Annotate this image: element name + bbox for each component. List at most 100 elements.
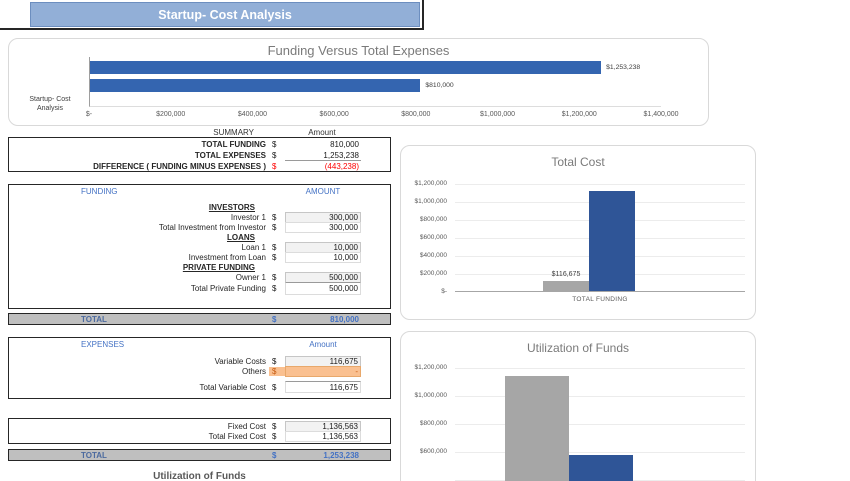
row-label: Others bbox=[241, 367, 266, 376]
row-label: Fixed Cost bbox=[227, 422, 266, 431]
y-tick: $1,200,000 bbox=[414, 364, 447, 371]
currency-symbol: $ bbox=[272, 273, 277, 282]
expenses-table: EXPENSES Amount Variable Costs $ 116,675… bbox=[8, 337, 391, 462]
chart-title: Utilization of Funds bbox=[526, 341, 630, 355]
section-title-row: PRIVATE FUNDING bbox=[9, 262, 390, 272]
row-value-negative: (443,238) bbox=[285, 160, 361, 171]
currency-symbol: $ bbox=[272, 314, 277, 324]
funding-header: FUNDING bbox=[81, 186, 118, 196]
row-label: Total Variable Cost bbox=[199, 382, 266, 392]
category-label: TOTAL FUNDING bbox=[572, 296, 628, 303]
funding-vs-expenses-chart: Funding Versus Total Expenses Startup- C… bbox=[8, 38, 709, 126]
amount-header: Amount bbox=[308, 127, 336, 137]
y-tick: $200,000 bbox=[419, 270, 447, 277]
table-row: TOTAL EXPENSES $ 1,253,238 bbox=[9, 150, 390, 160]
table-row: Total Private Funding $ 500,000 bbox=[9, 282, 390, 295]
spreadsheet-canvas: Startup- Cost Analysis Funding Versus To… bbox=[0, 0, 850, 481]
x-tick: $200,000 bbox=[156, 111, 186, 118]
y-tick: $1,000,000 bbox=[414, 198, 447, 205]
currency-symbol: $ bbox=[272, 223, 277, 232]
y-tick: $600,000 bbox=[419, 448, 447, 455]
summary-header: SUMMARY bbox=[213, 127, 254, 137]
plot-area: $116,675 bbox=[455, 184, 745, 292]
x-tick: $1,200,000 bbox=[561, 111, 597, 118]
table-row: Owner 1 $ 500,000 bbox=[9, 272, 390, 283]
section-title-row: INVESTORS bbox=[9, 202, 390, 212]
table-row: Loan 1 $ 10,000 bbox=[9, 242, 390, 253]
total-cost-chart: Total Cost $1,200,000 $1,000,000 $800,00… bbox=[400, 145, 756, 320]
bar-data-label: $1,253,238 bbox=[606, 63, 641, 71]
currency-symbol: $ bbox=[272, 161, 277, 171]
total-cell: 116,675 bbox=[285, 381, 361, 393]
funding-box: FUNDING AMOUNT INVESTORS Investor 1 $ 30… bbox=[8, 184, 391, 309]
title-cell-border: Startup- Cost Analysis bbox=[0, 0, 424, 30]
bar-total-expenses bbox=[90, 60, 602, 74]
amount-header: Amount bbox=[309, 339, 337, 349]
chart-title: Total Cost bbox=[551, 155, 605, 169]
bar-fixed-cost bbox=[589, 190, 635, 291]
table-row: Others $ - bbox=[9, 366, 390, 377]
plot-area bbox=[455, 368, 745, 481]
page-title-banner: Startup- Cost Analysis bbox=[30, 2, 420, 27]
y-tick: $1,200,000 bbox=[414, 180, 447, 187]
funding-total-row: TOTAL $ 810,000 bbox=[8, 313, 391, 325]
utilization-of-funds-chart: Utilization of Funds $1,200,000 $1,000,0… bbox=[400, 331, 756, 481]
bar-group: $116,675 bbox=[543, 185, 635, 291]
section-title: INVESTORS bbox=[208, 202, 255, 212]
summary-box: TOTAL FUNDING $ 810,000 TOTAL EXPENSES $… bbox=[8, 137, 391, 172]
currency-symbol: $ bbox=[272, 213, 277, 222]
x-tick: $1,000,000 bbox=[480, 111, 516, 118]
currency-symbol: $ bbox=[272, 432, 277, 441]
input-cell-others[interactable]: - bbox=[285, 366, 361, 377]
table-row: Total Variable Cost $ 116,675 bbox=[9, 381, 390, 393]
difference-row: DIFFERENCE ( FUNDING MINUS EXPENSES ) $ … bbox=[9, 160, 390, 171]
bar-data-label: $810,000 bbox=[425, 81, 454, 89]
funding-table: FUNDING AMOUNT INVESTORS Investor 1 $ 30… bbox=[8, 184, 391, 326]
row-label: Owner 1 bbox=[235, 273, 266, 282]
x-tick: $- bbox=[85, 111, 93, 118]
bar-row-total-expenses: $1,253,238 bbox=[90, 60, 661, 74]
row-label: Total Investment from Investor bbox=[158, 223, 266, 232]
total-value: 1,253,238 bbox=[323, 450, 359, 460]
table-row: Variable Costs $ 116,675 bbox=[9, 356, 390, 367]
row-value: 810,000 bbox=[330, 139, 359, 149]
row-label: Loan 1 bbox=[241, 243, 266, 252]
total-label: TOTAL bbox=[81, 314, 107, 324]
bar-variable-cost: $116,675 bbox=[543, 271, 589, 291]
currency-symbol: $ bbox=[272, 139, 277, 149]
row-value: 1,253,238 bbox=[323, 150, 359, 160]
currency-symbol: $ bbox=[272, 450, 277, 460]
table-row: Investment from Loan $ 10,000 bbox=[9, 252, 390, 263]
currency-symbol: $ bbox=[272, 243, 277, 252]
y-tick: $600,000 bbox=[419, 234, 447, 241]
funding-header-row: FUNDING AMOUNT bbox=[9, 185, 390, 197]
row-label: DIFFERENCE ( FUNDING MINUS EXPENSES ) bbox=[93, 161, 266, 171]
y-tick: $1,000,000 bbox=[414, 392, 447, 399]
chart-title: Funding Versus Total Expenses bbox=[267, 43, 450, 58]
section-title: LOANS bbox=[227, 232, 255, 242]
total-cell: 500,000 bbox=[285, 282, 361, 295]
variable-expenses-box: EXPENSES Amount Variable Costs $ 116,675… bbox=[8, 337, 391, 399]
expenses-header: EXPENSES bbox=[81, 339, 125, 349]
table-row: Investor 1 $ 300,000 bbox=[9, 212, 390, 223]
table-row: Total Investment from Investor $ 300,000 bbox=[9, 222, 390, 233]
expenses-total-row: TOTAL $ 1,253,238 bbox=[8, 449, 391, 461]
row-label: TOTAL FUNDING bbox=[201, 139, 266, 149]
next-section-title-partial: Utilization of Funds bbox=[153, 471, 246, 481]
bar-blue-series bbox=[569, 455, 633, 481]
total-label: TOTAL bbox=[81, 450, 107, 460]
table-row: Total Fixed Cost $ 1,136,563 bbox=[9, 431, 390, 442]
total-value: 810,000 bbox=[330, 314, 359, 324]
total-cell: 300,000 bbox=[285, 222, 361, 233]
row-label: TOTAL EXPENSES bbox=[194, 150, 266, 160]
category-axis-label: Startup- Cost Analysis bbox=[29, 96, 71, 113]
summary-table: SUMMARY Amount TOTAL FUNDING $ 810,000 T… bbox=[8, 126, 391, 172]
section-title-row: LOANS bbox=[9, 232, 390, 242]
currency-symbol: $ bbox=[272, 382, 277, 392]
table-row: TOTAL FUNDING $ 810,000 bbox=[9, 138, 390, 150]
bar-group bbox=[505, 369, 633, 481]
total-cell: 10,000 bbox=[285, 252, 361, 263]
x-tick: $800,000 bbox=[401, 111, 431, 118]
total-cell: 1,136,563 bbox=[285, 431, 361, 442]
bar-data-label: $116,675 bbox=[551, 270, 581, 278]
